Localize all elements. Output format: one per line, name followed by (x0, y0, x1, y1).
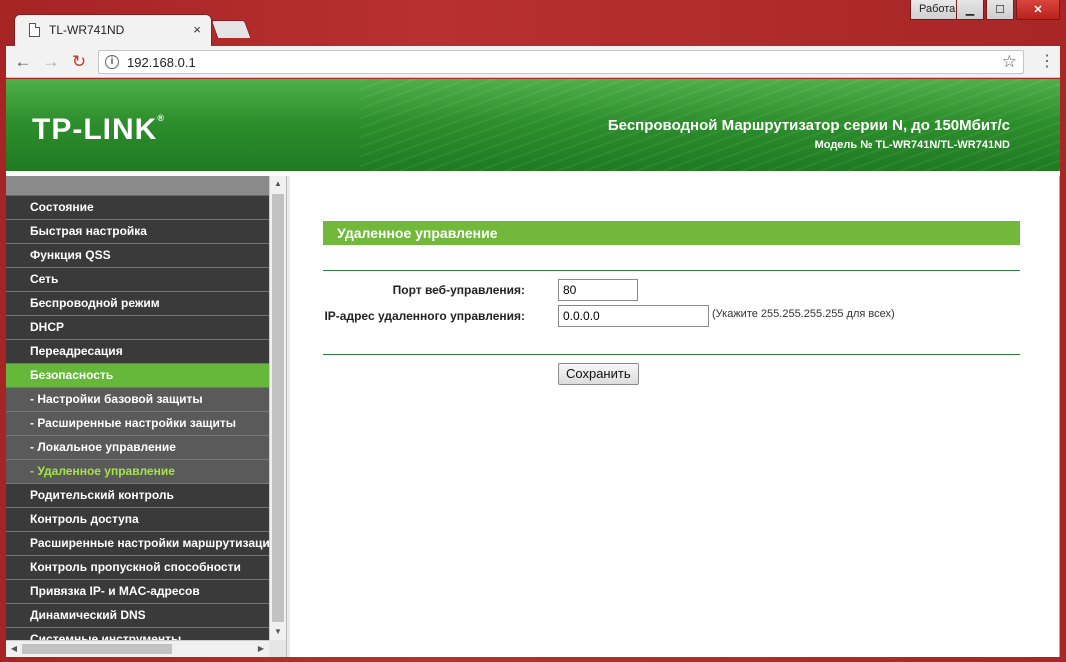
sidebar: Состояние Быстрая настройка Функция QSS Сет… (6, 176, 286, 657)
page-icon (29, 23, 40, 37)
browser-toolbar: ← → ↻ i 192.168.0.1 ☆ ⋮ (6, 46, 1060, 78)
sidebar-item[interactable]: - Удаленное управление (6, 460, 269, 484)
ip-label: IP-адрес удаленного управления: (324, 309, 525, 323)
browser-tab[interactable]: TL-WR741ND × (14, 14, 212, 46)
scroll-up-icon[interactable]: ▲ (270, 176, 286, 192)
sidebar-item[interactable]: - Локальное управление (6, 436, 269, 460)
sidebar-item[interactable]: Переадресация (6, 340, 269, 364)
tab-title: TL-WR741ND (49, 23, 125, 37)
tab-close-icon[interactable]: × (193, 22, 201, 37)
top-divider (323, 270, 1020, 271)
browser-menu-icon[interactable]: ⋮ (1039, 51, 1055, 71)
sidebar-item[interactable]: Динамический DNS (6, 604, 269, 628)
logo-text: TP-LINK (32, 113, 158, 146)
sidebar-vertical-scrollbar[interactable]: ▲ ▼ (269, 176, 286, 640)
sidebar-item[interactable]: DHCP (6, 316, 269, 340)
logo-mark: ® (157, 113, 165, 123)
header-banner: TP-LINK® Беспроводной Маршрутизатор сери… (6, 79, 1060, 171)
page-viewport: TP-LINK® Беспроводной Маршрутизатор сери… (6, 79, 1060, 657)
port-input[interactable] (558, 279, 638, 301)
scroll-left-icon[interactable]: ◀ (6, 641, 22, 657)
sidebar-top-bar (6, 176, 286, 196)
window-controls: ▁ ☐ ✕ (956, 0, 1060, 20)
section-title: Удаленное управление (323, 221, 1020, 245)
horizontal-scroll-thumb[interactable] (22, 644, 172, 654)
sidebar-item[interactable]: Расширенные настройки маршрутизации (6, 532, 269, 556)
info-icon[interactable]: i (105, 55, 119, 69)
banner-model: Модель № TL-WR741N/TL-WR741ND (814, 139, 1010, 151)
ip-input[interactable] (558, 305, 709, 327)
close-icon[interactable]: ✕ (1016, 0, 1060, 20)
sidebar-item[interactable]: Безопасность (6, 364, 269, 388)
sidebar-item[interactable]: Беспроводной режим (6, 292, 269, 316)
address-bar[interactable]: i 192.168.0.1 ☆ (98, 50, 1024, 74)
scroll-right-icon[interactable]: ▶ (253, 641, 269, 657)
main-content: Удаленное управление Порт веб-управления… (290, 176, 1060, 657)
tp-link-logo: TP-LINK® (32, 113, 165, 147)
forward-icon[interactable]: → (40, 51, 62, 73)
maximize-icon[interactable]: ☐ (986, 0, 1014, 20)
save-button[interactable]: Сохранить (558, 363, 639, 385)
port-label: Порт веб-управления: (392, 283, 525, 297)
bottom-divider (323, 354, 1020, 355)
sidebar-item[interactable]: Сеть (6, 268, 269, 292)
sidebar-item[interactable]: - Настройки базовой защиты (6, 388, 269, 412)
sidebar-menu: Состояние Быстрая настройка Функция QSS Сет… (6, 196, 269, 652)
sidebar-horizontal-scrollbar[interactable]: ◀ ▶ (6, 640, 269, 657)
url-text[interactable]: 192.168.0.1 (127, 55, 196, 70)
sidebar-item[interactable]: Состояние (6, 196, 269, 220)
new-tab-button[interactable] (210, 20, 252, 38)
sidebar-item[interactable]: Контроль доступа (6, 508, 269, 532)
back-icon[interactable]: ← (12, 51, 34, 73)
reload-icon[interactable]: ↻ (68, 51, 90, 73)
browser-window: Работа ▁ ☐ ✕ TL-WR741ND × ← → ↻ i 192.16… (0, 0, 1066, 662)
sidebar-item[interactable]: Контроль пропускной способности (6, 556, 269, 580)
banner-headline: Беспроводной Маршрутизатор серии N, до 1… (607, 117, 1010, 134)
minimize-icon[interactable]: ▁ (956, 0, 984, 20)
bookmark-star-icon[interactable]: ☆ (1002, 52, 1017, 72)
sidebar-item[interactable]: Привязка IP- и MAC-адресов (6, 580, 269, 604)
sidebar-item[interactable]: Быстрая настройка (6, 220, 269, 244)
vertical-scroll-thumb[interactable] (272, 194, 284, 622)
ip-hint: (Укажите 255.255.255.255 для всех) (712, 308, 895, 320)
scrollbar-corner (269, 640, 286, 657)
scroll-down-icon[interactable]: ▼ (270, 624, 286, 640)
sidebar-item[interactable]: Родительский контроль (6, 484, 269, 508)
sidebar-item[interactable]: - Расширенные настройки защиты (6, 412, 269, 436)
sidebar-item[interactable]: Функция QSS (6, 244, 269, 268)
